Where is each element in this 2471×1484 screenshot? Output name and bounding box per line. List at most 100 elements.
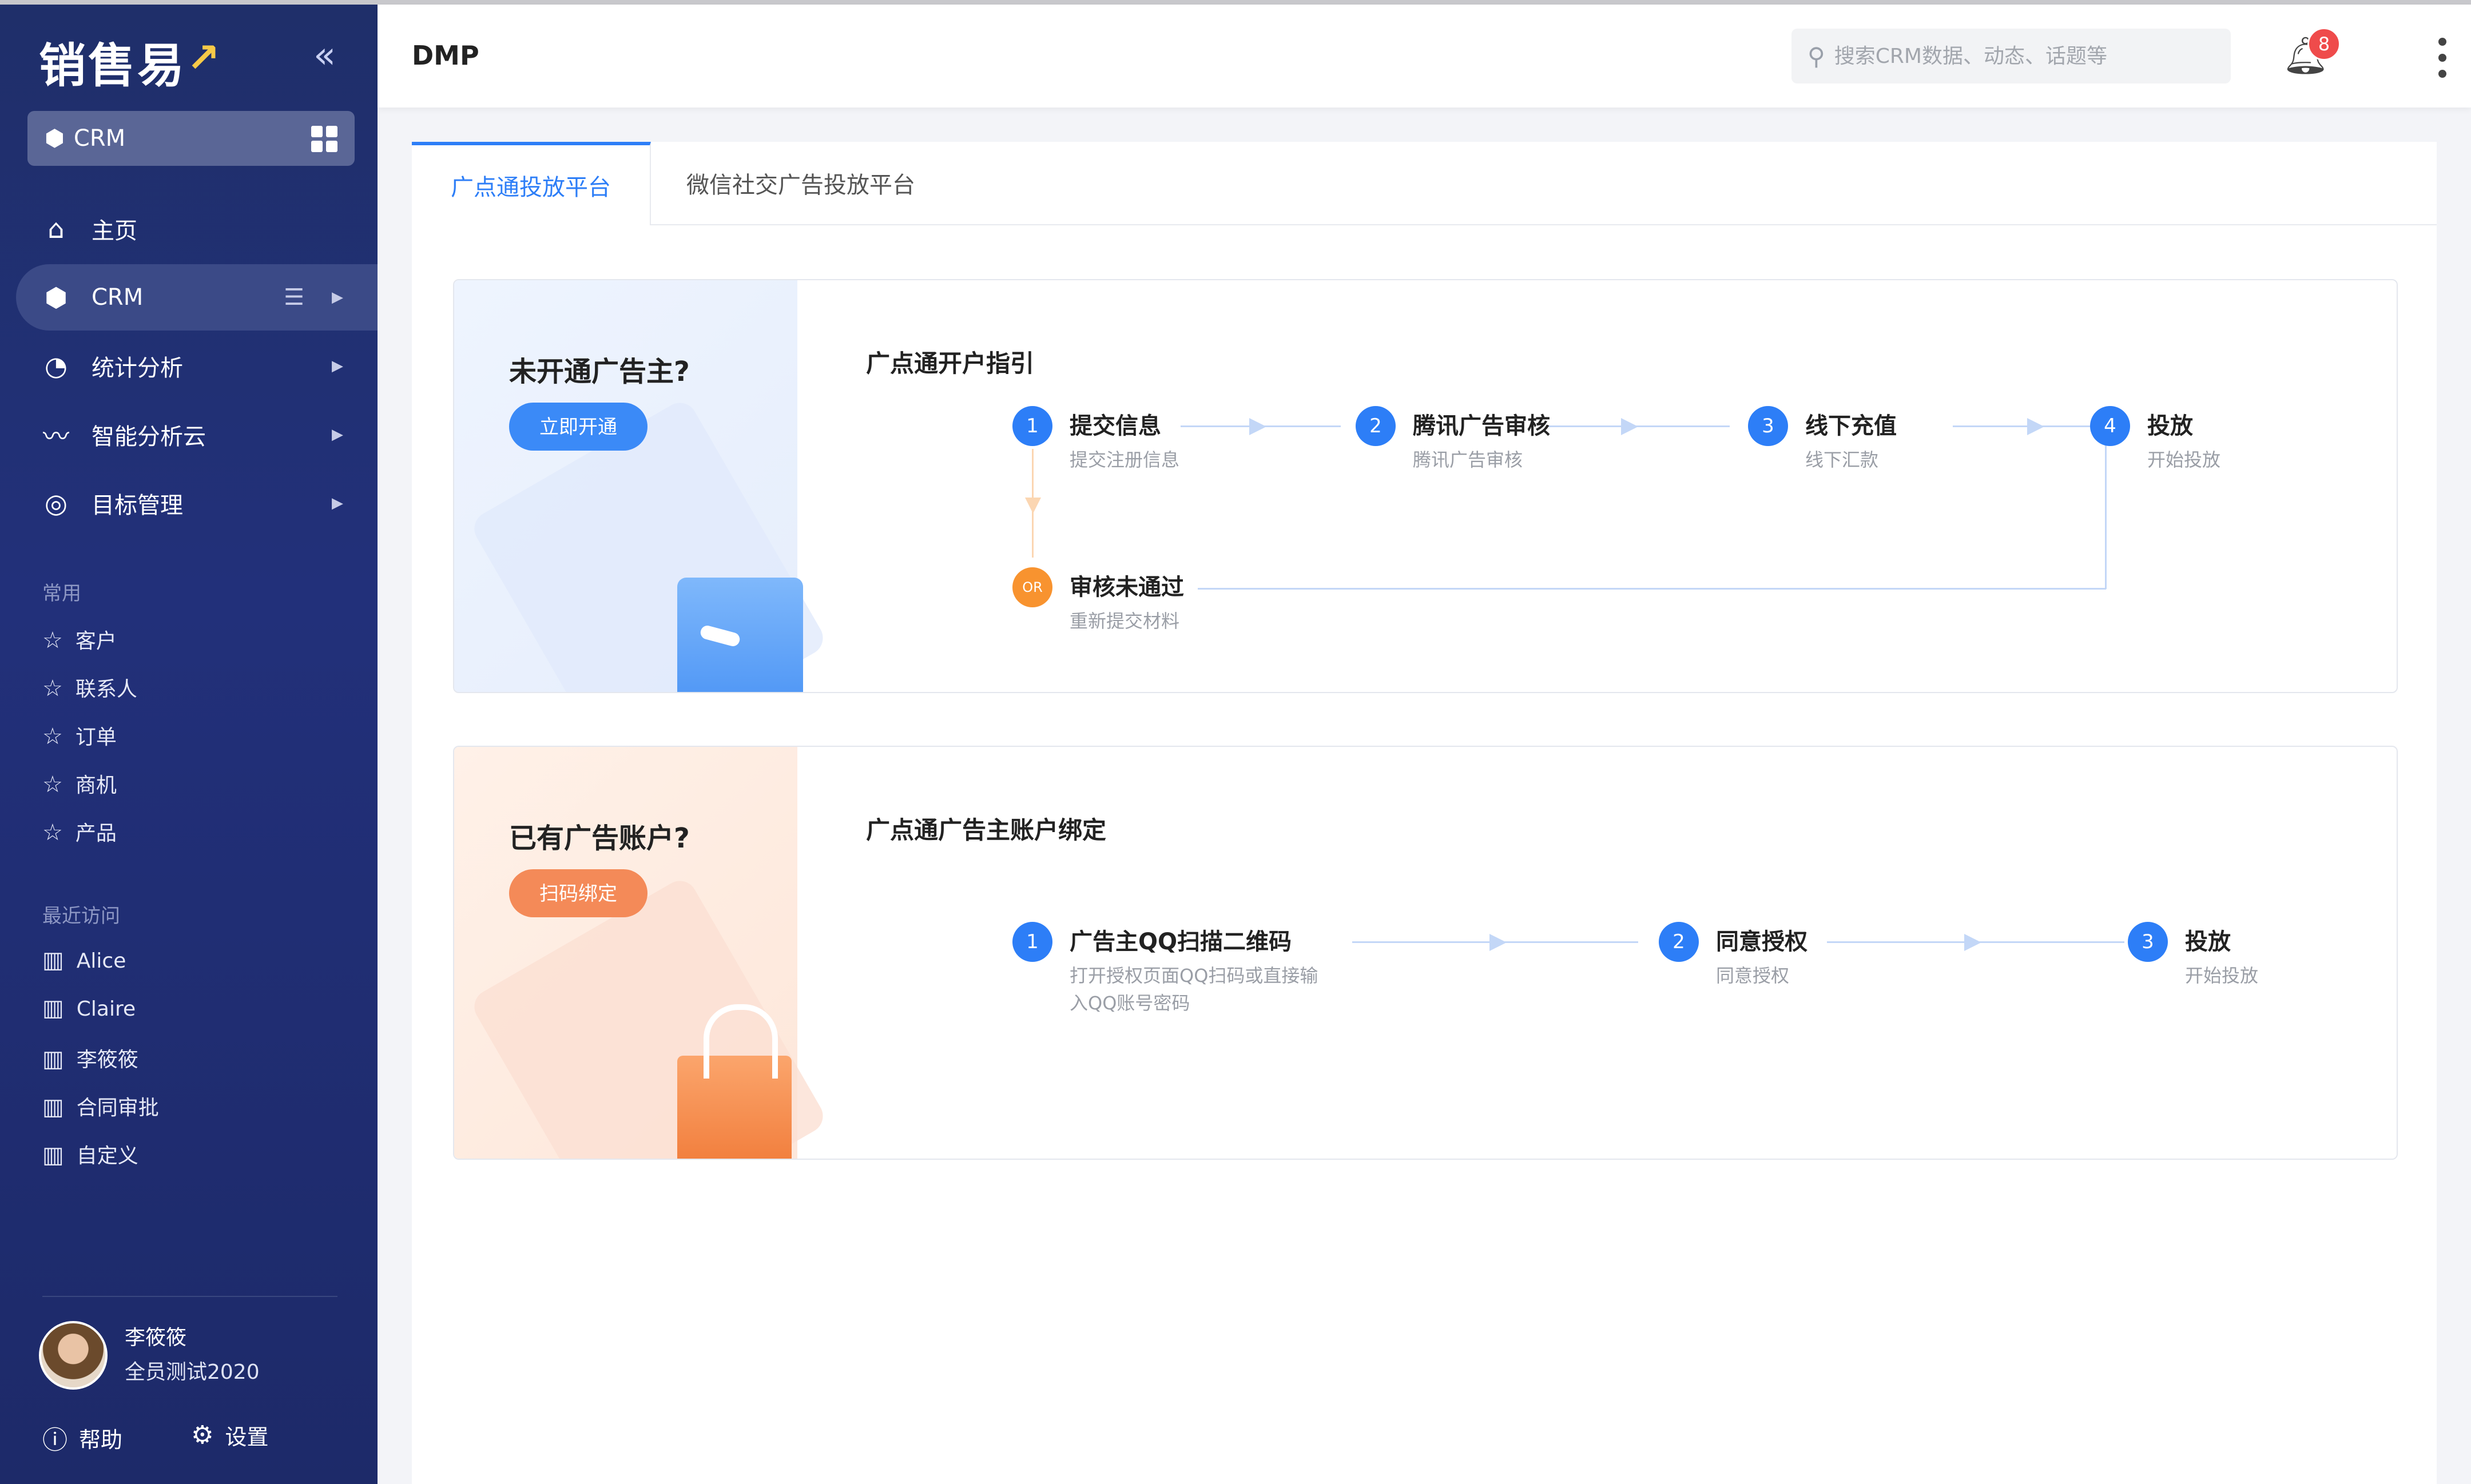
- top-header: DMP ⚲ 🔔︎ 8: [378, 5, 2471, 108]
- crm-cube-icon: ⬢: [44, 282, 68, 313]
- step-title: 同意授权: [1716, 929, 1807, 955]
- box-illustration: [677, 578, 803, 692]
- step-desc: 线下汇款: [1805, 449, 1879, 471]
- app-logo[interactable]: 销售易↗: [39, 27, 223, 96]
- favorite-item[interactable]: ☆ 产品: [42, 817, 117, 846]
- app-grid-icon[interactable]: [311, 126, 337, 152]
- building-icon: ▥: [42, 1142, 64, 1168]
- step-desc: 腾讯广告审核: [1413, 449, 1523, 471]
- bind-account-promo: 已有广告账户? 扫码绑定: [454, 747, 829, 1159]
- favorite-label: 产品: [75, 822, 117, 845]
- settings-label: 设置: [225, 1425, 269, 1450]
- guide-step-alternate: OR 审核未通过 重新提交材料: [1012, 567, 1184, 635]
- building-icon: ▥: [42, 1046, 64, 1072]
- tab-gdt-platform[interactable]: 广点通投放平台: [412, 142, 651, 225]
- sidebar-item-label: 主页: [92, 218, 137, 244]
- step-title: 投放: [2147, 413, 2193, 439]
- sidebar: 销售易↗ « ⬢ CRM ⌂ 主页 ⬢ CRM ☰ ▶ ◔ 统计分析 ▶ 〰 智…: [0, 5, 378, 1484]
- guide-step: 3 投放 开始投放: [2128, 922, 2258, 989]
- bind-account-question: 已有广告账户?: [509, 822, 690, 854]
- search-input[interactable]: [1833, 43, 2202, 69]
- star-icon: ☆: [42, 771, 63, 798]
- recent-item[interactable]: ▥ 李筱筱: [42, 1043, 138, 1073]
- guide-step: 1 广告主QQ扫描二维码 打开授权页面QQ扫码或直接输入QQ账号密码: [1012, 922, 1321, 1017]
- page-title: DMP: [412, 40, 479, 71]
- recent-item[interactable]: ▥ 自定义: [42, 1139, 138, 1169]
- favorite-label: 客户: [75, 630, 117, 653]
- favorite-item[interactable]: ☆ 联系人: [42, 673, 137, 702]
- step-connector: [1181, 418, 1341, 435]
- recent-section-title: 最近访问: [42, 905, 120, 928]
- step-number: 1: [1012, 922, 1052, 962]
- guide-step: 1 提交信息 提交注册信息: [1012, 406, 1179, 474]
- step-desc: 重新提交材料: [1070, 610, 1180, 632]
- favorite-label: 联系人: [75, 678, 137, 701]
- settings-button[interactable]: ⚙ 设置: [191, 1419, 268, 1451]
- global-search[interactable]: ⚲: [1791, 29, 2231, 83]
- pulse-icon: 〰: [43, 421, 69, 452]
- building-icon: ▥: [42, 995, 64, 1021]
- recent-item[interactable]: ▥ Claire: [42, 995, 136, 1021]
- sidebar-item-home[interactable]: ⌂ 主页: [16, 196, 378, 262]
- app-switcher-label: CRM: [73, 125, 126, 152]
- step-desc: 打开授权页面QQ扫码或直接输入QQ账号密码: [1070, 965, 1318, 1014]
- help-label: 帮助: [79, 1427, 123, 1453]
- sidebar-item-analytics[interactable]: ◔ 统计分析 ▶: [16, 333, 378, 399]
- favorite-item[interactable]: ☆ 商机: [42, 769, 117, 798]
- recent-item[interactable]: ▥ Alice: [42, 947, 126, 973]
- sidebar-item-label: 目标管理: [92, 492, 183, 519]
- open-account-promo: 未开通广告主? 立即开通: [454, 280, 829, 692]
- favorite-item[interactable]: ☆ 客户: [42, 624, 117, 654]
- chevron-right-icon: ▶: [332, 495, 343, 512]
- open-account-card: 未开通广告主? 立即开通 广点通开户指引 1 提交信息 提交注册信息 2 腾讯广告…: [453, 279, 2398, 693]
- sidebar-item-crm[interactable]: ⬢ CRM ☰ ▶: [16, 264, 378, 331]
- sidebar-item-goals[interactable]: ◎ 目标管理 ▶: [16, 470, 378, 536]
- recent-label: Alice: [76, 949, 126, 973]
- sidebar-item-label: 智能分析云: [92, 424, 206, 450]
- frequent-section-title: 常用: [42, 582, 81, 605]
- step-title: 腾讯广告审核: [1413, 413, 1550, 439]
- favorite-label: 商机: [75, 774, 117, 797]
- chevron-right-icon: ▶: [332, 426, 343, 443]
- step-desc: 开始投放: [2185, 965, 2259, 986]
- avatar[interactable]: [39, 1321, 108, 1390]
- building-icon: ▥: [42, 1094, 64, 1120]
- step-title: 投放: [2185, 929, 2231, 955]
- user-name: 李筱筱: [125, 1326, 187, 1350]
- step-title: 审核未通过: [1070, 574, 1184, 600]
- scan-bind-button[interactable]: 扫码绑定: [509, 869, 647, 917]
- open-now-button[interactable]: 立即开通: [509, 403, 647, 451]
- recent-label: 自定义: [76, 1144, 138, 1168]
- star-icon: ☆: [42, 675, 63, 702]
- app-switcher[interactable]: ⬢ CRM: [27, 111, 355, 166]
- user-profile[interactable]: 李筱筱 全员测试2020: [39, 1321, 260, 1390]
- guide-step: 4 投放 开始投放: [2090, 406, 2220, 474]
- window-top-edge: [0, 0, 2471, 5]
- tab-wechat-ads-platform[interactable]: 微信社交广告投放平台: [686, 142, 915, 224]
- home-icon: ⌂: [47, 213, 65, 244]
- user-subtitle: 全员测试2020: [125, 1360, 260, 1384]
- menu-list-icon[interactable]: ☰: [284, 284, 304, 311]
- step-connector: [1827, 934, 2124, 951]
- recent-item[interactable]: ▥ 合同审批: [42, 1091, 159, 1121]
- down-arrow-icon: [1025, 498, 1041, 514]
- step-number: 4: [2090, 406, 2130, 446]
- target-icon: ◎: [44, 488, 68, 519]
- recent-label: 李筱筱: [76, 1048, 138, 1072]
- bag-illustration-handle: [704, 1004, 778, 1079]
- sidebar-divider: [42, 1296, 337, 1297]
- collapse-sidebar-icon[interactable]: «: [313, 34, 336, 77]
- main-panel: 广点通投放平台 微信社交广告投放平台 未开通广告主? 立即开通 广点通开户指引 …: [412, 142, 2437, 1484]
- logo-arrow-icon: ↗: [186, 34, 223, 81]
- star-icon: ☆: [42, 627, 63, 654]
- help-button[interactable]: ⓘ 帮助: [42, 1419, 122, 1456]
- sidebar-item-smart-cloud[interactable]: 〰 智能分析云 ▶: [16, 401, 378, 468]
- star-icon: ☆: [42, 723, 63, 750]
- more-options-icon[interactable]: [2437, 38, 2448, 78]
- step-number: 2: [1356, 406, 1396, 446]
- guide-step: 2 同意授权 同意授权: [1659, 922, 1807, 989]
- favorite-label: 订单: [75, 726, 117, 749]
- step-number: 2: [1659, 922, 1699, 962]
- help-icon: ⓘ: [42, 1426, 67, 1455]
- favorite-item[interactable]: ☆ 订单: [42, 721, 117, 750]
